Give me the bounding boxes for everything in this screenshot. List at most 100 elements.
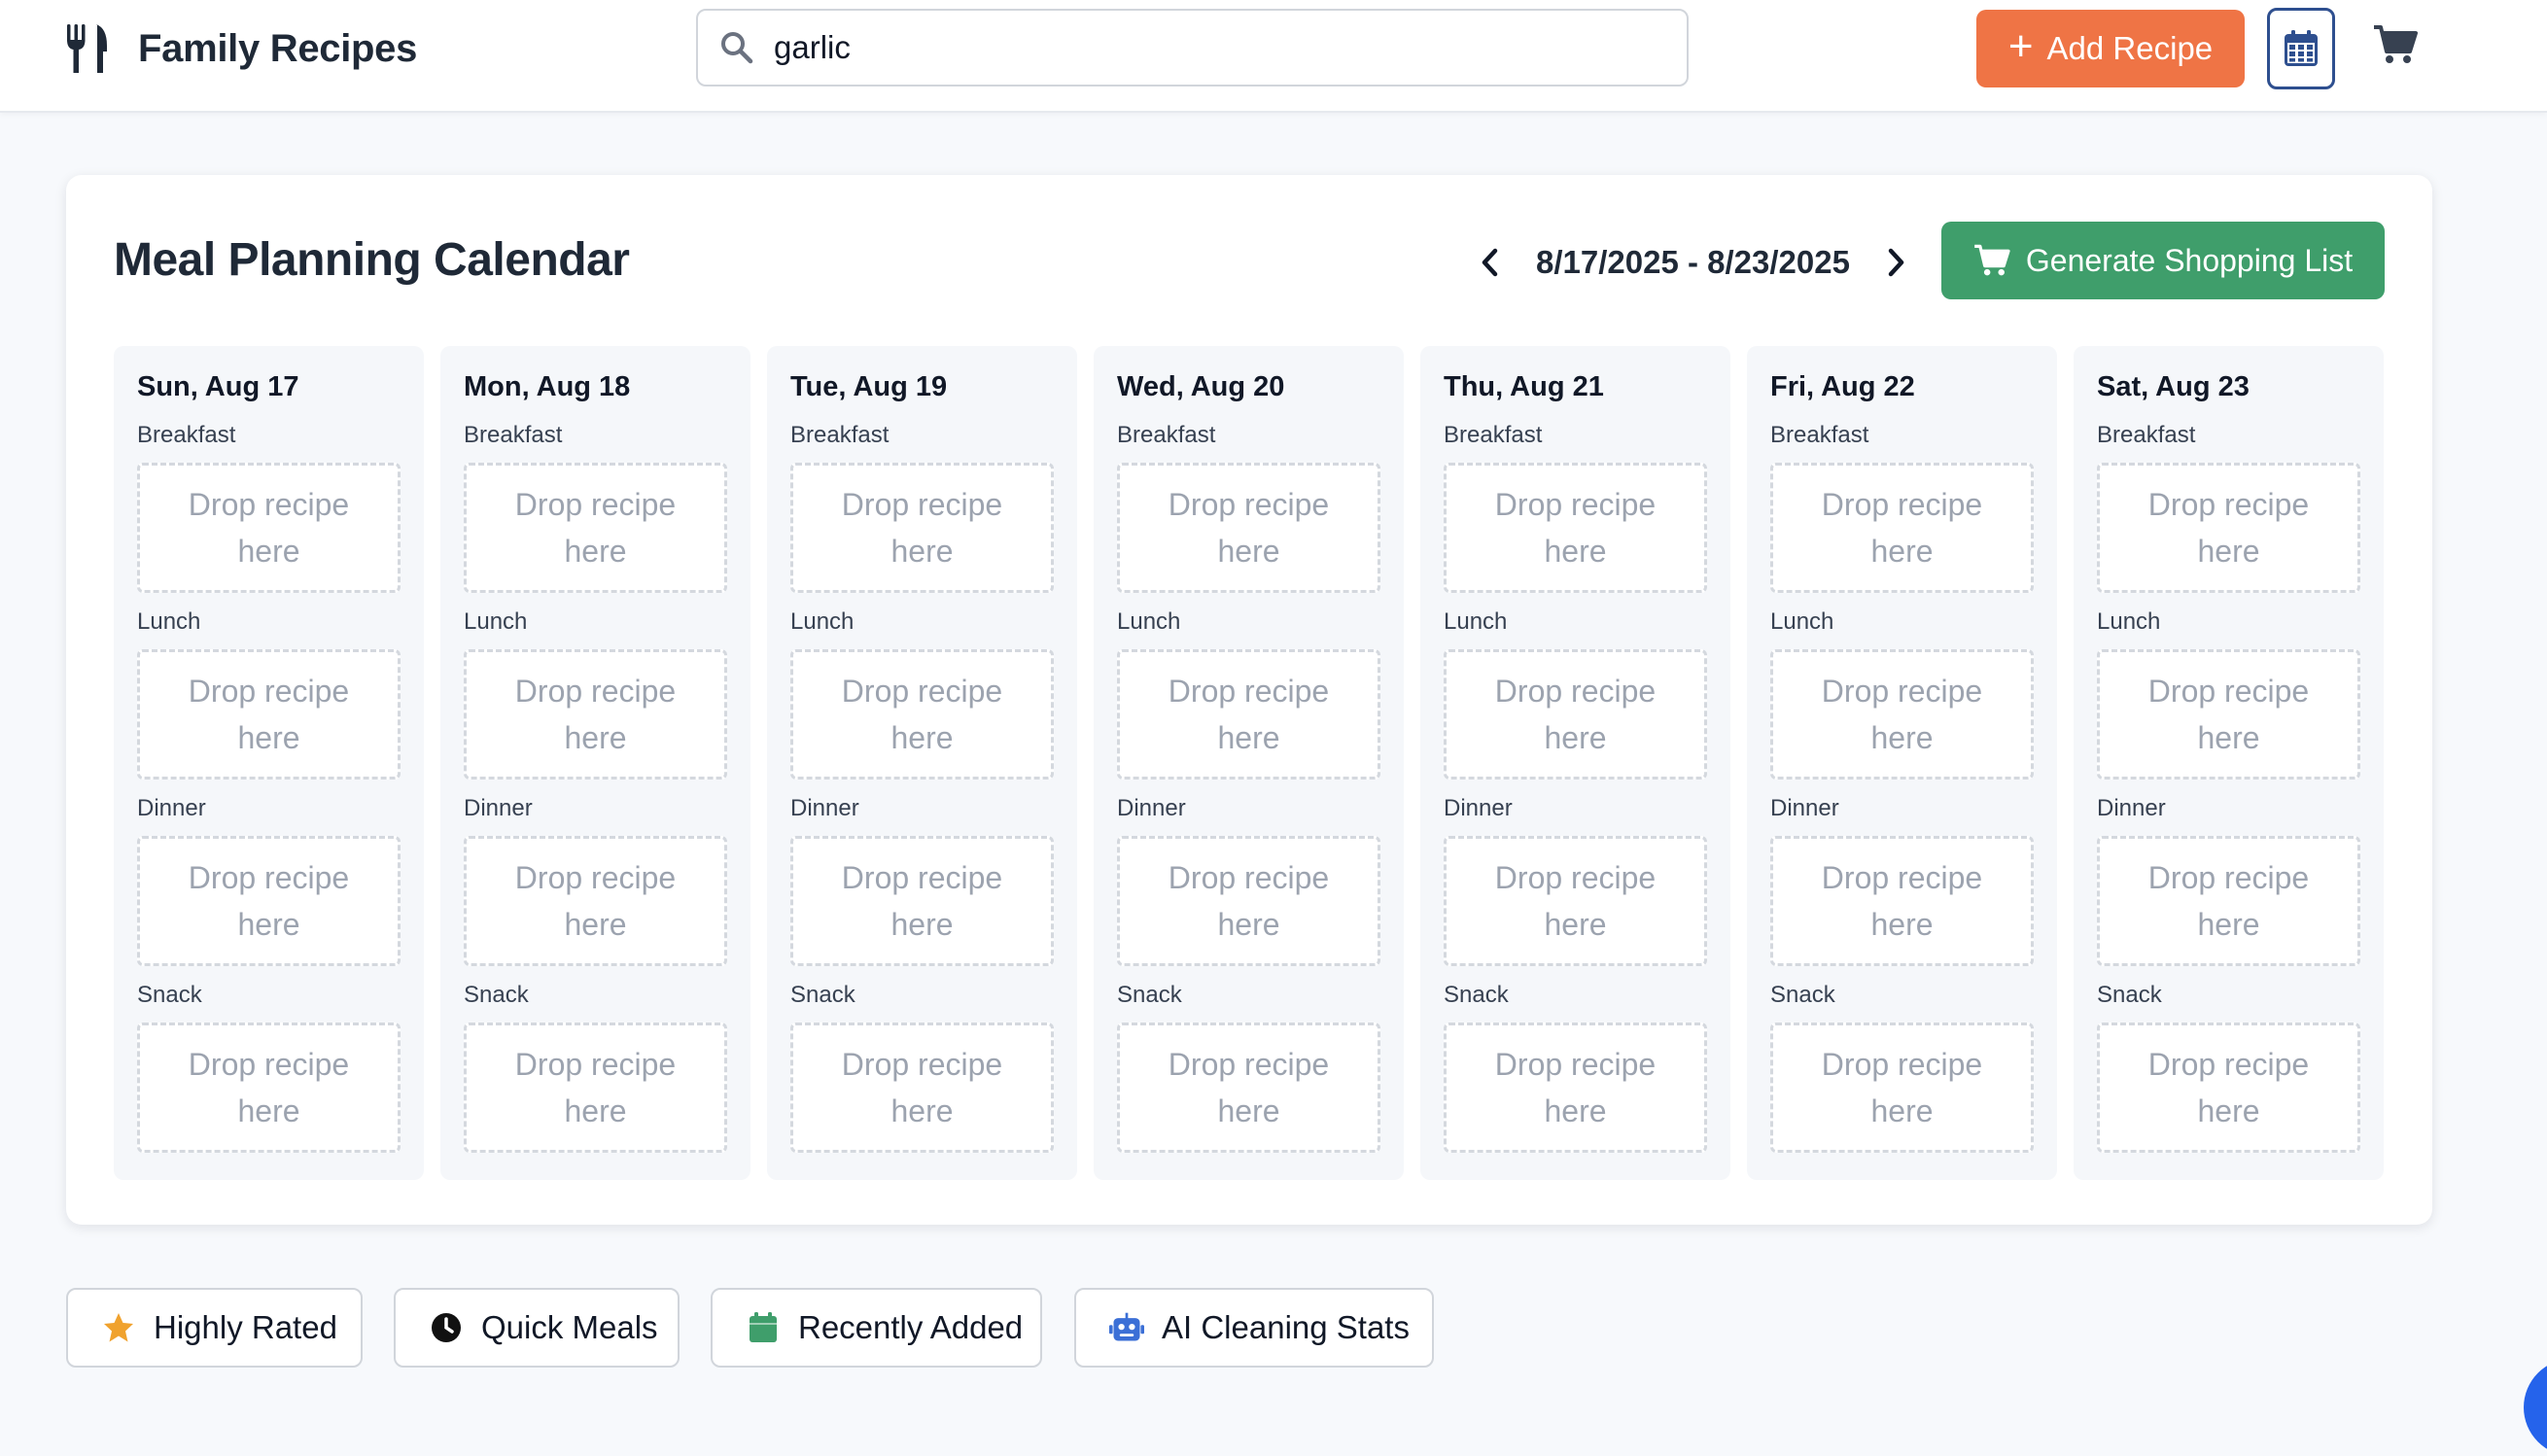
drop-zone-lunch[interactable]: Drop recipe here	[1444, 649, 1707, 780]
day-name: Sat, Aug 23	[2097, 371, 2250, 402]
meal-label-breakfast: Breakfast	[1444, 422, 1543, 448]
meal-label-dinner: Dinner	[1444, 795, 1513, 821]
meal-label-dinner: Dinner	[790, 795, 859, 821]
day-column: Thu, Aug 21 Breakfast Drop recipe here Lunc…	[1420, 346, 1730, 1180]
meal-label-dinner: Dinner	[1117, 795, 1186, 821]
day-name: Fri, Aug 22	[1770, 371, 1915, 402]
day-name: Wed, Aug 20	[1117, 371, 1285, 402]
meal-calendar-button[interactable]	[2267, 8, 2335, 89]
meal-label-snack: Snack	[1444, 982, 1509, 1008]
meal-label-dinner: Dinner	[137, 795, 206, 821]
drop-zone-breakfast[interactable]: Drop recipe here	[137, 463, 401, 593]
search-box[interactable]	[696, 9, 1689, 87]
day-name: Mon, Aug 18	[464, 371, 631, 402]
calendar-title: Meal Planning Calendar	[114, 234, 630, 286]
filter-recently-added-label: Recently Added	[798, 1309, 1024, 1345]
drop-zone-snack[interactable]: Drop recipe here	[137, 1023, 401, 1153]
chevron-left-icon	[1482, 248, 1498, 277]
cart-icon	[1974, 244, 2010, 276]
day-name: Tue, Aug 19	[790, 371, 948, 402]
meal-label-snack: Snack	[1770, 982, 1835, 1008]
drop-zone-lunch[interactable]: Drop recipe here	[464, 649, 727, 780]
meal-label-breakfast: Breakfast	[137, 422, 236, 448]
filter-highly-rated-label: Highly Rated	[154, 1309, 337, 1345]
filter-ai-cleaning-stats-label: AI Cleaning Stats	[1162, 1309, 1410, 1345]
meal-label-lunch: Lunch	[1770, 608, 1834, 635]
drop-zone-dinner[interactable]: Drop recipe here	[2097, 836, 2360, 966]
filter-ai-cleaning-stats[interactable]: AI Cleaning Stats	[1074, 1288, 1434, 1368]
next-week-button[interactable]	[1869, 235, 1924, 290]
drop-zone-snack[interactable]: Drop recipe here	[2097, 1023, 2360, 1153]
meal-label-lunch: Lunch	[2097, 608, 2161, 635]
brand[interactable]: Family Recipes	[64, 21, 417, 76]
drop-zone-breakfast[interactable]: Drop recipe here	[2097, 463, 2360, 593]
drop-zone-snack[interactable]: Drop recipe here	[1117, 1023, 1380, 1153]
day-column: Fri, Aug 22 Breakfast Drop recipe here Lunc…	[1747, 346, 2057, 1180]
meal-label-dinner: Dinner	[1770, 795, 1839, 821]
meal-label-snack: Snack	[1117, 982, 1182, 1008]
drop-zone-dinner[interactable]: Drop recipe here	[1444, 836, 1707, 966]
filter-quick-meals[interactable]: Quick Meals	[394, 1288, 680, 1368]
drop-zone-snack[interactable]: Drop recipe here	[790, 1023, 1054, 1153]
filter-quick-meals-label: Quick Meals	[481, 1309, 658, 1345]
meal-label-snack: Snack	[790, 982, 855, 1008]
add-recipe-label: Add Recipe	[2046, 30, 2214, 66]
chevron-right-icon	[1888, 248, 1904, 277]
drop-zone-snack[interactable]: Drop recipe here	[464, 1023, 727, 1153]
previous-week-button[interactable]	[1462, 235, 1517, 290]
drop-zone-breakfast[interactable]: Drop recipe here	[1444, 463, 1707, 593]
drop-zone-breakfast[interactable]: Drop recipe here	[1117, 463, 1380, 593]
search-input[interactable]	[772, 28, 1631, 67]
drop-zone-snack[interactable]: Drop recipe here	[1770, 1023, 2034, 1153]
week-range: 8/17/2025 - 8/23/2025	[1536, 244, 1850, 280]
drop-zone-dinner[interactable]: Drop recipe here	[1770, 836, 2034, 966]
day-column: Mon, Aug 18 Breakfast Drop recipe here Lunc…	[440, 346, 750, 1180]
drop-zone-dinner[interactable]: Drop recipe here	[790, 836, 1054, 966]
meal-label-lunch: Lunch	[1117, 608, 1181, 635]
shopping-cart-button[interactable]	[2368, 17, 2423, 72]
day-column: Tue, Aug 19 Breakfast Drop recipe here Lunc…	[767, 346, 1077, 1180]
week-navigation: 8/17/2025 - 8/23/2025	[1462, 235, 1924, 290]
top-bar: Family Recipes + Add Recipe	[0, 0, 2547, 113]
meal-label-dinner: Dinner	[464, 795, 533, 821]
meal-label-lunch: Lunch	[137, 608, 201, 635]
drop-zone-breakfast[interactable]: Drop recipe here	[464, 463, 727, 593]
meal-label-snack: Snack	[464, 982, 529, 1008]
utensils-icon	[67, 24, 107, 73]
meal-label-lunch: Lunch	[464, 608, 528, 635]
drop-zone-lunch[interactable]: Drop recipe here	[137, 649, 401, 780]
day-column: Wed, Aug 20 Breakfast Drop recipe here Lunc…	[1094, 346, 1404, 1180]
drop-zone-breakfast[interactable]: Drop recipe here	[790, 463, 1054, 593]
calendar-icon	[2285, 30, 2318, 66]
robot-icon	[1109, 1310, 1144, 1345]
plus-icon: +	[2007, 22, 2034, 70]
add-recipe-button[interactable]: + Add Recipe	[1976, 10, 2245, 87]
drop-zone-lunch[interactable]: Drop recipe here	[1117, 649, 1380, 780]
filter-highly-rated[interactable]: Highly Rated	[66, 1288, 363, 1368]
star-icon	[101, 1310, 136, 1345]
drop-zone-snack[interactable]: Drop recipe here	[1444, 1023, 1707, 1153]
meal-label-breakfast: Breakfast	[464, 422, 563, 448]
meal-label-lunch: Lunch	[1444, 608, 1508, 635]
chat-assistant-button[interactable]	[2524, 1359, 2547, 1456]
generate-shopping-list-label: Generate Shopping List	[2025, 242, 2354, 278]
drop-zone-lunch[interactable]: Drop recipe here	[790, 649, 1054, 780]
cart-icon	[2374, 25, 2418, 63]
day-column: Sun, Aug 17 Breakfast Drop recipe here Lunc…	[114, 346, 424, 1180]
drop-zone-lunch[interactable]: Drop recipe here	[2097, 649, 2360, 780]
drop-zone-dinner[interactable]: Drop recipe here	[137, 836, 401, 966]
drop-zone-dinner[interactable]: Drop recipe here	[464, 836, 727, 966]
drop-zone-breakfast[interactable]: Drop recipe here	[1770, 463, 2034, 593]
meal-label-breakfast: Breakfast	[1117, 422, 1216, 448]
day-name: Thu, Aug 21	[1444, 371, 1604, 402]
meal-label-breakfast: Breakfast	[790, 422, 890, 448]
clock-icon	[429, 1310, 464, 1345]
drop-zone-dinner[interactable]: Drop recipe here	[1117, 836, 1380, 966]
calendar-icon	[746, 1310, 781, 1345]
meal-label-breakfast: Breakfast	[1770, 422, 1869, 448]
generate-shopping-list-button[interactable]: Generate Shopping List	[1941, 222, 2385, 299]
meal-planning-card: Meal Planning Calendar 8/17/2025 - 8/23/…	[66, 175, 2432, 1225]
drop-zone-lunch[interactable]: Drop recipe here	[1770, 649, 2034, 780]
search-icon	[721, 32, 753, 64]
filter-recently-added[interactable]: Recently Added	[711, 1288, 1042, 1368]
